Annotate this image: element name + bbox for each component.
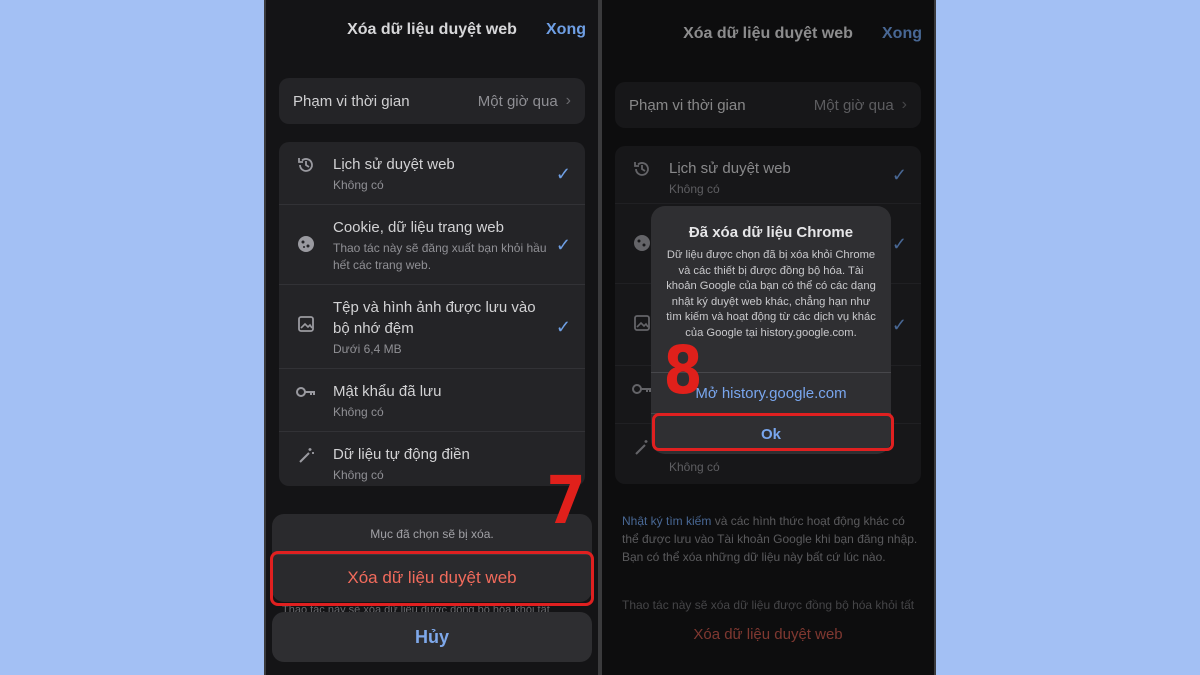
item-title: Dữ liệu tự động điền [333, 446, 470, 463]
browsing-history-row[interactable]: Lịch sử duyệt web Không có ✓ [279, 142, 585, 205]
item-subtitle: Dưới 6,4 MB [333, 342, 402, 356]
data-type-list: Lịch sử duyệt web Không có ✓ Cookie, dữ … [279, 142, 585, 486]
highlight-box [652, 413, 894, 451]
checkmark-icon: ✓ [555, 317, 571, 337]
item-title: Tệp và hình ảnh được lưu vào bộ nhớ đệm [333, 299, 536, 337]
autofill-row[interactable]: Dữ liệu tự động điền Không có [279, 432, 585, 494]
done-button[interactable]: Xong [546, 21, 586, 39]
step-number-8: 8 [663, 332, 703, 409]
magic-wand-icon [295, 444, 317, 466]
key-icon [295, 381, 317, 403]
time-range-value: Một giờ qua [477, 92, 558, 110]
saved-passwords-row[interactable]: Mật khẩu đã lưu Không có [279, 369, 585, 432]
item-title: Mật khẩu đã lưu [333, 383, 442, 400]
checkmark-icon: ✓ [555, 235, 571, 255]
item-subtitle: Không có [333, 405, 384, 419]
item-title: Cookie, dữ liệu trang web [333, 219, 504, 236]
chevron-right-icon: › [565, 92, 571, 109]
highlight-box [270, 551, 594, 606]
header: Xóa dữ liệu duyệt web Xong [266, 16, 598, 44]
left-phone-screen: Xóa dữ liệu duyệt web Xong Phạm vi thời … [264, 0, 600, 675]
item-subtitle: Không có [333, 178, 384, 192]
item-subtitle: Thao tác này sẽ đăng xuất bạn khỏi hầu h… [333, 241, 547, 272]
right-phone-screen: Xóa dữ liệu duyệt web Xong Phạm vi thời … [600, 0, 936, 675]
checkmark-icon: ✓ [555, 163, 571, 184]
step-number-7: 7 [546, 462, 586, 539]
action-sheet-message: Mục đã chọn sẽ bị xóa. [370, 527, 494, 541]
cached-files-row[interactable]: Tệp và hình ảnh được lưu vào bộ nhớ đệm … [279, 285, 585, 369]
image-icon [295, 313, 317, 335]
history-icon [295, 154, 317, 176]
time-range-row[interactable]: Phạm vi thời gian Một giờ qua › [279, 78, 585, 124]
cookie-icon [295, 233, 317, 255]
time-range-label: Phạm vi thời gian [293, 92, 410, 110]
page-title: Xóa dữ liệu duyệt web [347, 21, 517, 38]
alert-message: Dữ liệu được chọn đã bị xóa khỏi Chrome … [666, 249, 876, 339]
cancel-button[interactable]: Hủy [272, 612, 592, 662]
cookies-row[interactable]: Cookie, dữ liệu trang web Thao tác này s… [279, 205, 585, 285]
item-subtitle: Không có [333, 468, 384, 482]
item-title: Lịch sử duyệt web [333, 156, 455, 173]
alert-title: Đã xóa dữ liệu Chrome [688, 224, 854, 241]
